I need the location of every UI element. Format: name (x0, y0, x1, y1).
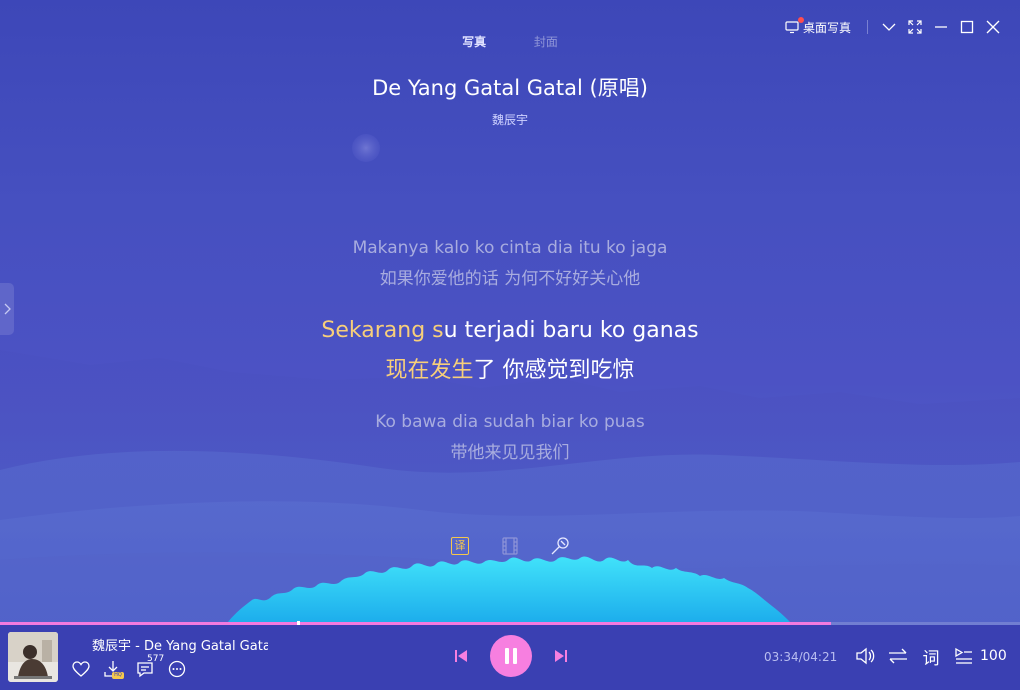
playlist-icon (955, 647, 972, 664)
right-controls: 词 100 (853, 644, 1007, 669)
more-button[interactable] (166, 658, 188, 680)
divider (867, 20, 868, 34)
player-fullscreen: 写真 封面 桌面写真 De Yang Gatal Gatal (原唱) 魏辰宇 … (0, 0, 1020, 690)
lyric-current-translation: 现在发生了 你感觉到吃惊 (0, 352, 1020, 384)
next-button[interactable] (550, 645, 572, 667)
volume-icon (856, 647, 875, 665)
heart-icon (72, 661, 90, 677)
lyric-next-translation: 带他来见见我们 (450, 443, 570, 463)
microphone-icon (551, 537, 569, 555)
chevron-down-icon (882, 23, 896, 31)
comments-button[interactable]: 577 (134, 654, 164, 680)
close-button[interactable] (980, 16, 1006, 38)
lyric-tools: 译 (448, 535, 598, 557)
monitor-icon (785, 21, 799, 34)
translate-button[interactable]: 译 (448, 535, 472, 557)
side-panel-toggle[interactable] (0, 283, 14, 335)
pause-button[interactable] (490, 635, 532, 677)
playback-controls (450, 635, 572, 677)
translation-current-sung: 现在发生 (385, 358, 474, 383)
lyric-prev-translation: 如果你爱他的话 为何不好好关心他 (379, 269, 641, 289)
maximize-button[interactable] (954, 16, 980, 38)
hq-badge: HQ (112, 672, 124, 679)
previous-button[interactable] (450, 645, 472, 667)
close-icon (986, 20, 1000, 34)
now-playing-title[interactable]: 魏辰宇 - De Yang Gatal Gatal (92, 635, 268, 654)
translation-current-rest: 了 你感觉到吃惊 (473, 358, 635, 383)
album-art (8, 632, 58, 682)
more-icon (168, 660, 186, 678)
tab-cover[interactable]: 封面 (534, 33, 558, 50)
pause-icon (505, 648, 517, 664)
lyric-current-rest: u terjadi baru ko ganas (443, 318, 699, 343)
tab-photo[interactable]: 写真 (462, 33, 486, 50)
playlist-button[interactable] (952, 644, 976, 668)
lyric-current-sung: Sekarang s (321, 318, 444, 343)
desktop-photo-label: 桌面写真 (802, 20, 851, 35)
video-button[interactable] (498, 535, 522, 557)
window-controls: 桌面写真 (785, 16, 1006, 38)
lyric-current-original: Sekarang su terjadi baru ko ganas (0, 318, 1020, 343)
album-cover[interactable] (8, 632, 58, 682)
previous-icon (455, 650, 467, 662)
comment-count: 577 (147, 654, 165, 664)
fullscreen-button[interactable] (902, 16, 928, 38)
maximize-icon (960, 20, 974, 34)
lyric-prev-original: Makanya kalo ko cinta dia itu ko jaga (352, 238, 668, 258)
chevron-right-icon (4, 303, 11, 315)
minimize-button[interactable] (928, 16, 954, 38)
volume-button[interactable] (853, 644, 877, 668)
notification-dot (797, 16, 804, 23)
lyrics-button[interactable]: 词 (919, 644, 943, 669)
desktop-photo-button[interactable]: 桌面写真 (785, 16, 851, 36)
loop-icon (889, 648, 907, 664)
translate-icon: 译 (451, 537, 469, 555)
download-button[interactable]: HQ (102, 658, 124, 680)
collapse-button[interactable] (876, 16, 902, 38)
play-mode-button[interactable] (886, 644, 910, 668)
like-button[interactable] (70, 658, 92, 680)
karaoke-button[interactable] (548, 535, 572, 557)
bottom-player-bar: 魏辰宇 - De Yang Gatal Gatal HQ 577 03:34/0… (0, 625, 1020, 690)
song-title: De Yang Gatal Gatal (原唱) (372, 76, 648, 100)
film-icon (502, 537, 518, 555)
background-scenery (0, 134, 1020, 690)
minimize-icon (935, 26, 947, 28)
time-display: 03:34/04:21 (764, 650, 838, 664)
fullscreen-icon (908, 20, 922, 34)
playlist-count: 100 (980, 648, 1007, 664)
song-artist[interactable]: 魏辰宇 (0, 111, 1020, 128)
next-icon (555, 650, 567, 662)
lyric-next-original: Ko bawa dia sudah biar ko puas (375, 412, 645, 432)
song-actions: HQ 577 (70, 654, 198, 680)
